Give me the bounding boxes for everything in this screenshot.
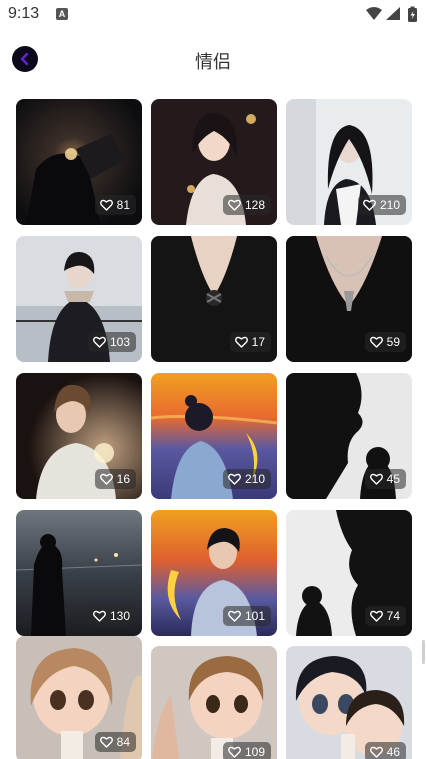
like-badge: 81 [94, 195, 136, 215]
heart-icon [99, 736, 113, 748]
page-title: 情侣 [195, 52, 231, 73]
like-count: 103 [109, 335, 130, 349]
battery-icon [408, 6, 417, 22]
heart-icon [369, 610, 383, 622]
like-count: 84 [116, 735, 130, 749]
like-badge: 210 [222, 469, 271, 489]
wallpaper-thumbnail[interactable]: 84 [16, 636, 142, 759]
wallpaper-thumbnail[interactable]: 45 [286, 373, 412, 499]
like-count: 81 [116, 198, 130, 212]
heart-icon [228, 746, 241, 758]
heart-icon [369, 336, 383, 348]
like-badge: 59 [364, 332, 406, 352]
wallpaper-thumbnail[interactable]: 101 [151, 510, 277, 636]
wallpaper-thumbnail[interactable]: 17 [151, 236, 277, 362]
heart-icon [369, 746, 383, 758]
like-count: 109 [244, 745, 265, 759]
like-count: 130 [109, 609, 130, 623]
like-badge: 74 [364, 606, 406, 626]
notification-icon: A [56, 8, 68, 20]
heart-icon [234, 336, 248, 348]
like-badge: 84 [94, 732, 136, 752]
heart-icon [99, 473, 113, 485]
signal-icon [386, 7, 400, 20]
wallpaper-thumbnail[interactable]: 16 [16, 373, 142, 499]
like-count: 16 [116, 472, 130, 486]
wallpaper-thumbnail[interactable]: 103 [16, 236, 142, 362]
like-count: 45 [386, 472, 400, 486]
wallpaper-thumbnail[interactable]: 128 [151, 99, 277, 225]
wallpaper-thumbnail[interactable]: 46 [286, 646, 412, 759]
like-count: 210 [244, 472, 265, 486]
heart-icon [228, 610, 241, 622]
like-badge: 128 [222, 195, 271, 215]
heart-icon [93, 336, 106, 348]
heart-icon [363, 199, 376, 211]
like-badge: 130 [87, 606, 136, 626]
like-badge: 101 [222, 606, 271, 626]
like-badge: 17 [229, 332, 271, 352]
like-badge: 16 [94, 469, 136, 489]
wallpaper-thumbnail[interactable]: 130 [16, 510, 142, 636]
heart-icon [93, 610, 106, 622]
like-count: 74 [386, 609, 400, 623]
wallpaper-thumbnail[interactable]: 81 [16, 99, 142, 225]
wallpaper-thumbnail[interactable]: 74 [286, 510, 412, 636]
scrollbar[interactable] [422, 640, 425, 664]
like-count: 210 [379, 198, 400, 212]
like-badge: 103 [87, 332, 136, 352]
status-time: 9:13 [8, 5, 40, 22]
like-count: 59 [386, 335, 400, 349]
wallpaper-thumbnail[interactable]: 210 [151, 373, 277, 499]
like-badge: 45 [364, 469, 406, 489]
like-badge: 210 [357, 195, 406, 215]
heart-icon [99, 199, 113, 211]
heart-icon [369, 473, 383, 485]
wallpaper-thumbnail[interactable]: 210 [286, 99, 412, 225]
status-icons [364, 5, 422, 25]
like-badge: 109 [222, 742, 271, 759]
wifi-icon [366, 7, 382, 20]
like-count: 128 [244, 198, 265, 212]
like-count: 17 [251, 335, 265, 349]
header: 情侣 [0, 38, 426, 82]
status-bar: 9:13 A [0, 0, 426, 30]
like-count: 101 [244, 609, 265, 623]
heart-icon [228, 199, 241, 211]
like-count: 46 [386, 745, 400, 759]
wallpaper-thumbnail[interactable]: 59 [286, 236, 412, 362]
wallpaper-thumbnail[interactable]: 109 [151, 646, 277, 759]
heart-icon [228, 473, 241, 485]
like-badge: 46 [364, 742, 406, 759]
